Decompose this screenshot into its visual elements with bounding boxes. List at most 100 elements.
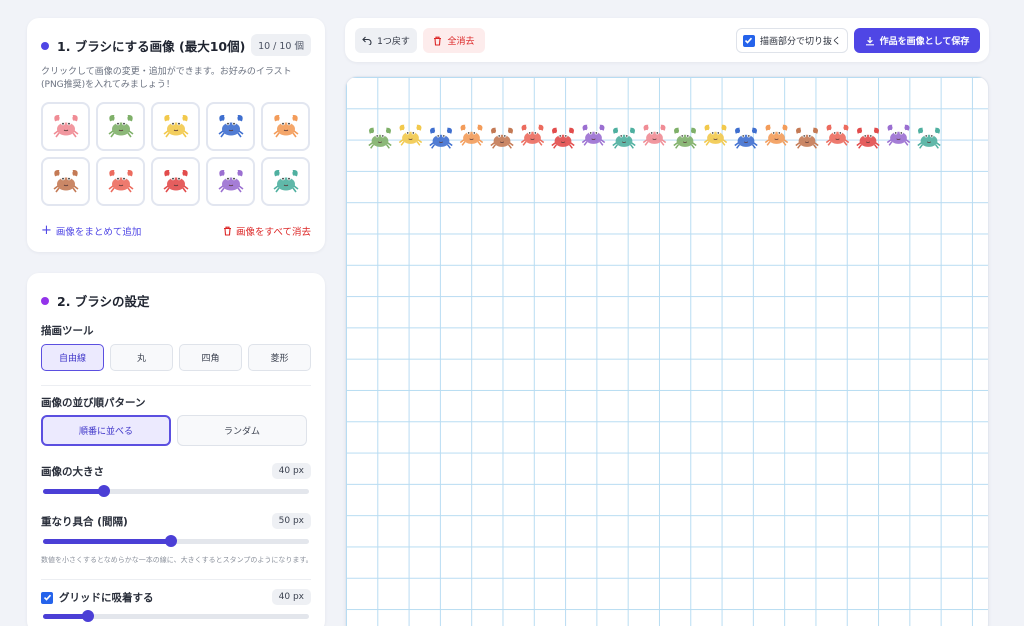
image-thumbnail[interactable] <box>151 157 200 206</box>
plus-icon: + <box>41 223 52 238</box>
overlap-note: 数値を小さくするとなめらかな一本の線に、大きくするとスタンプのようになります。 <box>41 556 313 564</box>
bullet-dot <box>41 296 49 305</box>
check-icon <box>745 37 753 44</box>
crab-icon <box>218 169 243 192</box>
image-thumbnail[interactable] <box>41 157 90 206</box>
settings-panel-title: 2. ブラシの設定 <box>57 294 150 309</box>
divider <box>41 385 311 386</box>
crab-stamp <box>520 124 545 146</box>
bullet-dot <box>41 41 49 50</box>
tool-label: 描画ツール <box>41 325 94 337</box>
drawing-canvas[interactable] <box>345 76 989 626</box>
order-selector: 順番に並べる ランダム <box>41 415 307 446</box>
tool-button[interactable]: 自由線 <box>41 344 104 371</box>
image-thumbnail[interactable] <box>41 102 90 151</box>
size-label: 画像の大きさ <box>41 466 104 478</box>
crab-stamp <box>673 127 697 149</box>
grid-snap-toggle[interactable]: グリッドに吸着する <box>41 590 154 605</box>
image-thumbnail-grid <box>41 102 310 206</box>
crab-stamp <box>886 124 911 146</box>
order-label: 画像の並び順パターン <box>41 397 146 409</box>
crab-icon <box>108 114 133 137</box>
settings-section-header: 2. ブラシの設定 <box>41 291 150 310</box>
crab-icon <box>163 169 188 192</box>
tool-button[interactable]: 丸 <box>110 344 173 371</box>
images-help-text: クリックして画像の変更・追加ができます。お好みのイラスト(PNG推奨)を入れてみ… <box>41 67 292 90</box>
clear-all-label: 全消去 <box>447 37 475 47</box>
crab-stamp <box>551 127 575 149</box>
order-button[interactable]: ランダム <box>177 415 307 446</box>
undo-label: 1つ戻す <box>377 37 410 47</box>
crab-stamp <box>612 127 636 149</box>
crab-stamp <box>703 124 728 146</box>
crab-stamp <box>764 124 789 146</box>
undo-button[interactable]: 1つ戻す <box>355 28 417 53</box>
crab-stamp <box>917 127 941 149</box>
save-image-label: 作品を画像として保存 <box>879 37 970 47</box>
crab-stamp <box>459 124 484 146</box>
grid-snap-checkbox[interactable] <box>41 591 53 604</box>
crop-toggle[interactable]: 描画部分で切り抜く <box>736 28 848 53</box>
overlap-value-badge: 50 px <box>271 513 311 529</box>
slider-handle[interactable] <box>98 485 111 497</box>
image-thumbnail[interactable] <box>206 102 255 151</box>
images-section-header: 1. ブラシにする画像 (最大10個) <box>41 36 245 55</box>
clear-all-button[interactable]: 全消去 <box>423 28 485 53</box>
add-images-button[interactable]: + 画像をまとめて追加 <box>41 224 141 238</box>
size-slider[interactable] <box>43 485 309 497</box>
image-thumbnail[interactable] <box>151 102 200 151</box>
crop-checkbox[interactable] <box>742 34 755 47</box>
crab-stamp <box>734 127 758 149</box>
undo-icon <box>362 36 372 45</box>
image-thumbnail[interactable] <box>96 102 145 151</box>
image-thumbnail[interactable] <box>261 102 310 151</box>
tool-selector: 自由線丸四角 菱形 <box>41 344 311 371</box>
clear-images-label: 画像をすべて消去 <box>236 227 311 238</box>
crab-icon <box>163 114 188 137</box>
crab-icon <box>53 114 78 137</box>
crab-stamp <box>490 127 514 149</box>
tool-button[interactable]: 菱形 <box>248 344 311 371</box>
clear-images-button[interactable]: 画像をすべて消去 <box>223 224 311 238</box>
check-icon <box>43 594 51 601</box>
brush-settings-panel: 2. ブラシの設定 描画ツール 自由線丸四角 菱形 画像の並び順パターン 順番に並… <box>27 273 325 626</box>
crab-stamp <box>398 124 423 146</box>
crab-icon <box>273 169 298 192</box>
crab-stamp <box>825 124 850 146</box>
crab-icon <box>108 169 133 192</box>
crab-stamp <box>856 127 880 149</box>
crab-stamp <box>581 124 606 146</box>
tool-button[interactable]: 四角 <box>179 344 242 371</box>
stamp-layer <box>368 124 941 149</box>
size-value-badge: 40 px <box>271 463 311 479</box>
trash-icon <box>224 226 232 236</box>
crab-icon <box>53 169 78 192</box>
crab-stamp <box>642 124 667 146</box>
save-image-button[interactable]: 作品を画像として保存 <box>854 28 980 53</box>
trash-icon <box>434 36 442 46</box>
divider <box>41 579 311 580</box>
order-button[interactable]: 順番に並べる <box>41 415 171 446</box>
crab-icon <box>218 114 243 137</box>
image-thumbnail[interactable] <box>261 157 310 206</box>
overlap-slider[interactable] <box>43 535 309 547</box>
image-thumbnail[interactable] <box>206 157 255 206</box>
grid-snap-label: グリッドに吸着する <box>59 592 154 604</box>
slider-handle[interactable] <box>164 535 177 547</box>
crop-label: 描画部分で切り抜く <box>759 37 841 47</box>
slider-handle[interactable] <box>82 610 95 622</box>
crab-icon <box>273 114 298 137</box>
images-actions: + 画像をまとめて追加 画像をすべて消去 <box>41 224 311 238</box>
add-images-label: 画像をまとめて追加 <box>55 227 142 238</box>
grid-size-slider[interactable] <box>43 610 309 622</box>
crab-stamp <box>795 127 819 149</box>
brush-images-panel: 1. ブラシにする画像 (最大10個) 10 / 10 個 クリックして画像の変… <box>27 18 325 252</box>
images-panel-title: 1. ブラシにする画像 (最大10個) <box>57 39 246 54</box>
snap-value-badge: 40 px <box>271 589 311 605</box>
download-icon <box>865 36 874 45</box>
image-count-badge: 10 / 10 個 <box>251 34 311 56</box>
crab-stamp <box>429 127 453 149</box>
image-thumbnail[interactable] <box>96 157 145 206</box>
canvas-toolbar: 1つ戻す 全消去 描画部分で切り抜く 作品を画像として保存 <box>345 18 989 62</box>
overlap-label: 重なり具合 (間隔) <box>41 516 128 528</box>
